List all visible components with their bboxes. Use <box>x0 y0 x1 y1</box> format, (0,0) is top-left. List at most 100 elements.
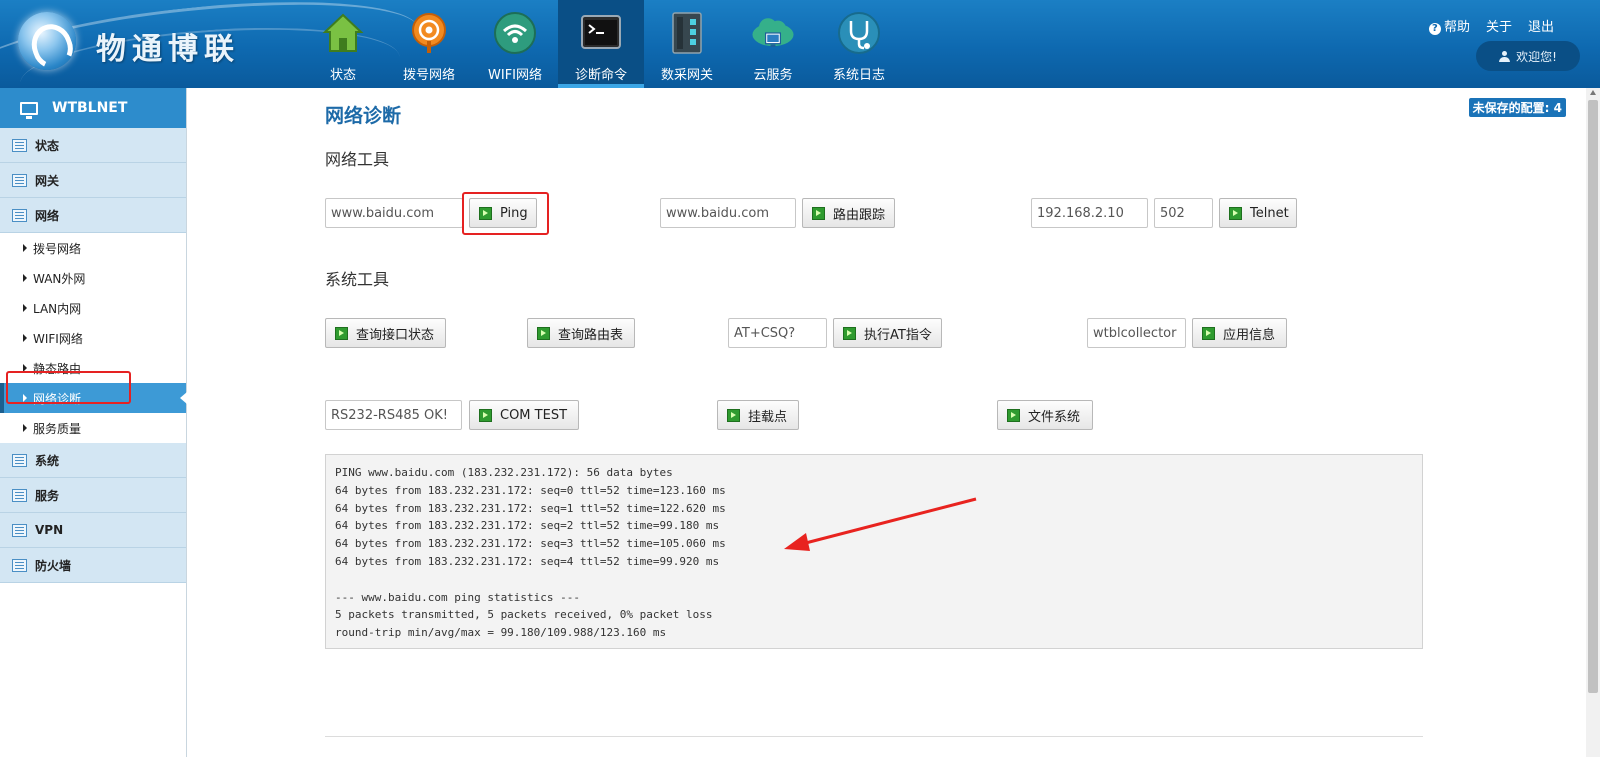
run-at-command-button[interactable]: 执行AT指令 <box>833 318 942 348</box>
run-icon <box>812 206 825 220</box>
sidebar-item-static-route[interactable]: 静态路由 <box>0 353 186 383</box>
nav-label: WIFI网络 <box>488 68 542 83</box>
nav-system-log[interactable]: 系统日志 <box>816 0 902 88</box>
nav-wifi[interactable]: WIFI网络 <box>472 0 558 88</box>
query-route-table-button[interactable]: 查询路由表 <box>527 318 635 348</box>
app-name-input[interactable] <box>1087 318 1186 348</box>
ping-host-input[interactable] <box>325 198 463 228</box>
sidebar-group-service[interactable]: 服务 <box>0 478 186 513</box>
nav-dialup[interactable]: 拨号网络 <box>386 0 472 88</box>
sidebar-item-lan[interactable]: LAN内网 <box>0 293 186 323</box>
stethoscope-icon <box>836 10 882 56</box>
top-links: ? 帮助 关于 退出 <box>1428 16 1554 35</box>
mount-point-button[interactable]: 挂载点 <box>717 400 799 430</box>
network-tools-title: 网络工具 <box>325 150 390 169</box>
sidebar-item-wifi[interactable]: WIFI网络 <box>0 323 186 353</box>
nav-label: 云服务 <box>753 68 793 83</box>
app-info-button[interactable]: 应用信息 <box>1192 318 1287 348</box>
com-test-button[interactable]: COM TEST <box>469 400 579 430</box>
sidebar-group-status[interactable]: 状态 <box>0 128 186 163</box>
run-icon <box>1202 326 1215 340</box>
caret-right-icon <box>23 364 27 372</box>
page-scrollbar[interactable] <box>1586 88 1600 757</box>
annotation-arrow-icon <box>784 497 977 551</box>
main-content: 网络诊断 未保存的配置: 4 网络工具 Ping 路由跟踪 Telnet 系统工… <box>188 88 1586 757</box>
nav-cloud[interactable]: 云服务 <box>730 0 816 88</box>
traceroute-button[interactable]: 路由跟踪 <box>802 198 895 228</box>
telnet-port-input[interactable] <box>1154 198 1213 228</box>
page-title: 网络诊断 <box>325 105 402 127</box>
sidebar-group-firewall[interactable]: 防火墙 <box>0 548 186 583</box>
monitor-icon <box>20 101 38 119</box>
list-icon <box>12 523 27 537</box>
sidebar-group-network[interactable]: 网络 <box>0 198 186 233</box>
top-header: 物通博联 状态 拨号网络 WIFI网络 诊断命令 数采网关 云服务 系统日志 ?… <box>0 0 1600 88</box>
welcome-badge[interactable]: 欢迎您! <box>1476 41 1580 71</box>
nav-label: 数采网关 <box>660 68 713 83</box>
scroll-thumb[interactable] <box>1588 100 1598 693</box>
divider <box>325 736 1423 737</box>
ping-button[interactable]: Ping <box>469 198 537 228</box>
nav-diagnostics[interactable]: 诊断命令 <box>558 0 644 88</box>
sidebar-item-network-diagnostics[interactable]: 网络诊断 <box>0 383 187 413</box>
house-icon <box>320 10 366 56</box>
at-command-input[interactable] <box>728 318 827 348</box>
sidebar-item-wan[interactable]: WAN外网 <box>0 263 186 293</box>
user-icon <box>1499 50 1511 62</box>
help-icon: ? <box>1428 23 1441 35</box>
run-icon <box>479 206 492 220</box>
top-nav: 状态 拨号网络 WIFI网络 诊断命令 数采网关 云服务 系统日志 <box>300 0 902 88</box>
sidebar-item-qos[interactable]: 服务质量 <box>0 413 186 443</box>
logo-text: 物通博联 <box>96 32 240 67</box>
nav-status[interactable]: 状态 <box>300 0 386 88</box>
nav-label: 状态 <box>329 68 356 83</box>
terminal-icon <box>578 10 624 56</box>
run-icon <box>1007 408 1020 422</box>
com-test-input[interactable] <box>325 400 462 430</box>
caret-right-icon <box>23 424 27 432</box>
sidebar: WTBLNET 状态 网关 网络 拨号网络 WAN外网 LAN内网 WIFI网络… <box>0 88 187 757</box>
telnet-button[interactable]: Telnet <box>1219 198 1297 228</box>
nav-label: 系统日志 <box>832 68 885 83</box>
run-icon <box>843 326 856 340</box>
scroll-up-icon[interactable] <box>1590 90 1596 95</box>
run-icon <box>727 408 740 422</box>
run-icon <box>479 408 492 422</box>
sidebar-group-system[interactable]: 系统 <box>0 443 186 478</box>
logout-link[interactable]: 退出 <box>1528 16 1554 35</box>
caret-right-icon <box>23 304 27 312</box>
list-icon <box>12 558 27 572</box>
nav-data-gateway[interactable]: 数采网关 <box>644 0 730 88</box>
list-icon <box>12 488 27 502</box>
run-icon <box>335 326 348 340</box>
system-tools-title: 系统工具 <box>325 270 390 289</box>
run-icon <box>537 326 550 340</box>
cloud-icon <box>750 10 796 56</box>
query-interface-button[interactable]: 查询接口状态 <box>325 318 446 348</box>
caret-right-icon <box>23 274 27 282</box>
help-link[interactable]: ? 帮助 <box>1428 16 1470 35</box>
traceroute-host-input[interactable] <box>660 198 796 228</box>
unsaved-config-badge[interactable]: 未保存的配置: 4 <box>1468 98 1566 117</box>
logo-emblem-icon <box>18 12 76 70</box>
list-icon <box>12 173 27 187</box>
caret-right-icon <box>23 334 27 342</box>
run-icon <box>1229 206 1242 220</box>
file-system-button[interactable]: 文件系统 <box>997 400 1093 430</box>
gateway-device-icon <box>664 10 710 56</box>
telnet-host-input[interactable] <box>1031 198 1148 228</box>
list-icon <box>12 138 27 152</box>
nav-label: 诊断命令 <box>574 68 627 83</box>
list-icon <box>12 208 27 222</box>
dialup-antenna-icon <box>406 10 452 56</box>
sidebar-item-dialup[interactable]: 拨号网络 <box>0 233 186 263</box>
about-link[interactable]: 关于 <box>1486 16 1512 35</box>
sidebar-group-vpn[interactable]: VPN <box>0 513 186 548</box>
caret-right-icon <box>23 394 27 402</box>
sidebar-title: WTBLNET <box>0 88 186 128</box>
welcome-text: 欢迎您! <box>1516 49 1557 64</box>
list-icon <box>12 453 27 467</box>
sidebar-group-gateway[interactable]: 网关 <box>0 163 186 198</box>
wifi-icon <box>492 10 538 56</box>
caret-right-icon <box>23 244 27 252</box>
